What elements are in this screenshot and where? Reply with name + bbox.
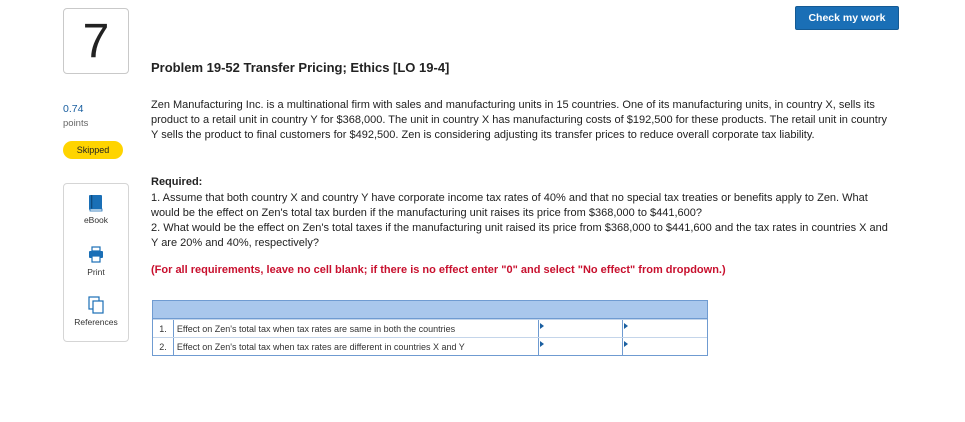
row-number: 2. xyxy=(159,341,167,352)
row-description: Effect on Zen's total tax when tax rates… xyxy=(172,338,538,355)
row-number: 1. xyxy=(159,323,167,334)
print-label: Print xyxy=(87,267,105,277)
dropdown-marker-icon xyxy=(624,341,629,347)
check-my-work-button[interactable]: Check my work xyxy=(795,6,899,30)
status-badge: Skipped xyxy=(63,141,123,159)
table-row: 2. Effect on Zen's total tax when tax ra… xyxy=(153,337,707,355)
references-icon xyxy=(88,296,104,314)
dropdown-marker-icon xyxy=(624,323,629,329)
required-heading: Required: xyxy=(151,176,203,188)
problem-title: Problem 19-52 Transfer Pricing; Ethics [… xyxy=(151,60,450,75)
points-value: 0.74 xyxy=(63,103,84,115)
references-label: References xyxy=(74,317,118,327)
points-label: points xyxy=(63,118,89,129)
effect-dropdown[interactable] xyxy=(622,338,707,355)
book-icon xyxy=(89,195,103,212)
references-button[interactable]: References xyxy=(64,296,128,327)
instructions-note: (For all requirements, leave no cell bla… xyxy=(151,264,726,276)
row-description: Effect on Zen's total tax when tax rates… xyxy=(172,320,538,337)
effect-dropdown[interactable] xyxy=(622,320,707,337)
printer-icon xyxy=(89,246,103,263)
dropdown-marker-icon xyxy=(539,341,544,347)
requirement-2: 2. What would be the effect on Zen's tot… xyxy=(151,222,888,249)
requirement-1: 1. Assume that both country X and countr… xyxy=(151,192,868,219)
print-button[interactable]: Print xyxy=(64,246,128,277)
answer-table: 1. Effect on Zen's total tax when tax ra… xyxy=(152,300,708,356)
table-header xyxy=(153,301,707,319)
table-row: 1. Effect on Zen's total tax when tax ra… xyxy=(153,319,707,337)
amount-input[interactable] xyxy=(537,320,623,337)
ebook-button[interactable]: eBook xyxy=(64,194,128,225)
ebook-label: eBook xyxy=(83,215,109,225)
required-text: 1. Assume that both country X and countr… xyxy=(151,191,896,251)
dropdown-marker-icon xyxy=(539,323,544,329)
amount-input[interactable] xyxy=(537,338,623,355)
problem-intro: Zen Manufacturing Inc. is a multinationa… xyxy=(151,99,888,141)
question-number: 7 xyxy=(63,8,129,74)
tools-panel: eBook Print References xyxy=(63,183,129,342)
